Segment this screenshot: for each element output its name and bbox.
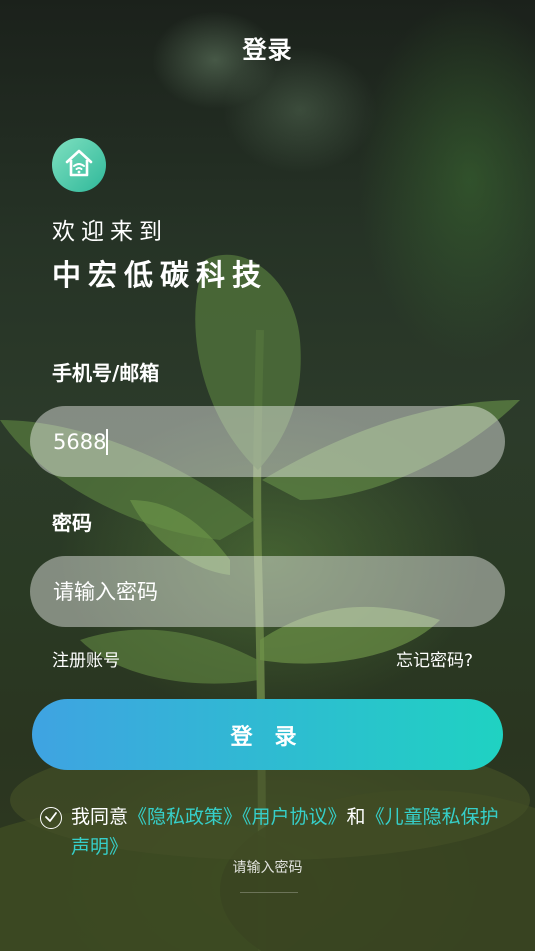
agreement-and: 和 <box>346 806 366 828</box>
phone-email-value: 5688 <box>53 429 107 454</box>
password-input[interactable] <box>53 579 473 604</box>
password-field-container[interactable] <box>30 556 505 627</box>
password-label: 密码 <box>52 511 92 535</box>
home-wifi-icon <box>62 146 96 184</box>
login-button[interactable]: 登 录 <box>32 699 503 770</box>
check-icon <box>44 809 58 828</box>
agreement-prefix: 我同意 <box>71 806 129 828</box>
forgot-password-link[interactable]: 忘记密码? <box>396 646 473 671</box>
register-link[interactable]: 注册账号 <box>52 646 120 671</box>
text-cursor <box>106 428 109 455</box>
phone-email-label: 手机号/邮箱 <box>52 361 160 385</box>
phone-email-field[interactable]: 5688 <box>30 406 505 477</box>
page-title: 登录 <box>242 36 293 64</box>
agreement-text: 我同意《隐私政策》《用户协议》和《儿童隐私保护声明》 <box>71 802 511 862</box>
toast-message: 请输入密码 <box>232 860 303 876</box>
toast-divider <box>240 892 298 893</box>
privacy-policy-link[interactable]: 《隐私政策》 <box>128 806 242 828</box>
company-name: 中宏低碳科技 <box>52 258 269 292</box>
agreement-checkbox[interactable] <box>40 807 62 829</box>
welcome-text: 欢迎来到 <box>52 219 168 245</box>
user-agreement-link[interactable]: 《用户协议》 <box>242 806 347 828</box>
app-logo <box>52 138 106 192</box>
